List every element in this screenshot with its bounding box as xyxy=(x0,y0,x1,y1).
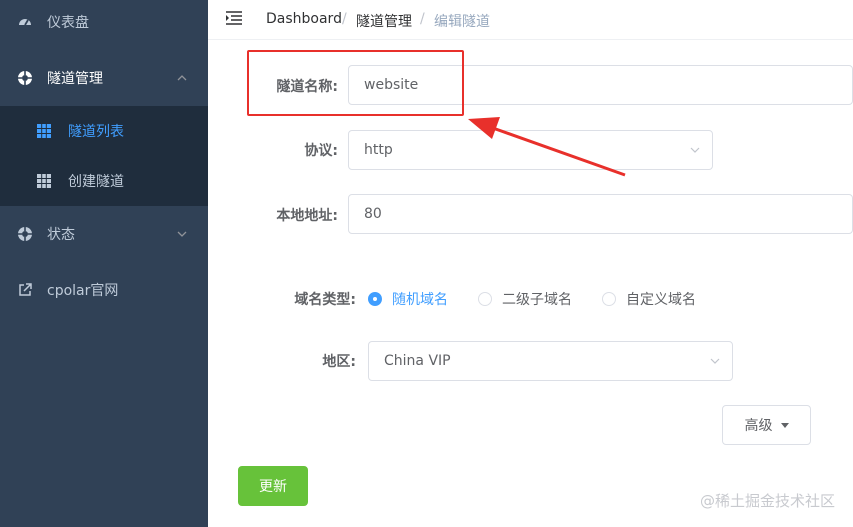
local-address-label: 本地地址: xyxy=(276,208,338,224)
annotation-highlight-box xyxy=(247,50,464,116)
sidebar-item-status[interactable]: 状态 xyxy=(0,206,208,262)
lifebuoy-icon xyxy=(17,226,33,242)
region-label: 地区: xyxy=(322,354,356,370)
protocol-label: 协议: xyxy=(304,143,338,159)
sidebar-item-label: 隧道管理 xyxy=(47,71,103,87)
local-address-input[interactable]: 80 xyxy=(348,194,853,234)
region-select[interactable]: China VIP xyxy=(368,341,733,381)
sidebar-subitem-label: 创建隧道 xyxy=(68,174,124,190)
local-address-value: 80 xyxy=(364,206,382,222)
advanced-button[interactable]: 高级 xyxy=(722,405,811,445)
caret-down-icon xyxy=(780,422,789,428)
radio-random-domain[interactable]: 随机域名 xyxy=(368,289,448,309)
sidebar-item-label: 仪表盘 xyxy=(47,15,89,31)
sidebar-subitem-label: 隧道列表 xyxy=(68,124,124,140)
chevron-up-icon xyxy=(177,75,187,81)
sidebar-subitem-tunnel-list[interactable]: 隧道列表 xyxy=(0,106,208,156)
protocol-value: http xyxy=(364,142,393,158)
radio-label: 随机域名 xyxy=(392,292,448,308)
domain-type-label: 域名类型: xyxy=(294,292,356,308)
radio-custom-domain[interactable]: 自定义域名 xyxy=(602,289,696,309)
region-value: China VIP xyxy=(384,353,451,369)
watermark: @稀土掘金技术社区 xyxy=(699,492,835,510)
radio-label: 自定义域名 xyxy=(626,292,696,308)
menu-fold-icon[interactable] xyxy=(225,10,243,26)
sidebar: 仪表盘 隧道管理 隧道列表 创建隧道 状态 cpolar官网 xyxy=(0,0,208,527)
sidebar-item-cpolar-site[interactable]: cpolar官网 xyxy=(0,262,208,318)
radio-dot xyxy=(478,292,492,306)
annotation-arrow-icon xyxy=(468,117,626,177)
update-button[interactable]: 更新 xyxy=(238,466,308,506)
lifebuoy-icon xyxy=(17,70,33,86)
dashboard-icon xyxy=(17,14,33,30)
external-link-icon xyxy=(17,282,33,298)
chevron-down-icon xyxy=(690,147,700,153)
breadcrumb-current: 编辑隧道 xyxy=(434,14,490,30)
topbar: Dashboard / 隧道管理 / 编辑隧道 xyxy=(208,0,853,40)
table-icon xyxy=(37,174,51,188)
sidebar-subitem-create-tunnel[interactable]: 创建隧道 xyxy=(0,156,208,206)
radio-dot xyxy=(602,292,616,306)
sidebar-item-tunnel-management[interactable]: 隧道管理 xyxy=(0,50,208,106)
radio-label: 二级子域名 xyxy=(502,292,572,308)
chevron-down-icon xyxy=(177,231,187,237)
chevron-down-icon xyxy=(710,358,720,364)
sidebar-item-label: cpolar官网 xyxy=(47,283,119,299)
breadcrumb-separator: / xyxy=(342,11,347,27)
advanced-label: 高级 xyxy=(744,418,773,434)
radio-subdomain[interactable]: 二级子域名 xyxy=(478,289,572,309)
breadcrumb-section[interactable]: 隧道管理 xyxy=(356,11,412,31)
breadcrumb-separator: / xyxy=(420,11,425,27)
table-icon xyxy=(37,124,51,138)
sidebar-item-dashboard[interactable]: 仪表盘 xyxy=(0,0,208,50)
update-label: 更新 xyxy=(259,479,287,495)
radio-dot xyxy=(368,292,382,306)
sidebar-item-label: 状态 xyxy=(47,227,75,243)
breadcrumb-home[interactable]: Dashboard xyxy=(266,11,342,27)
